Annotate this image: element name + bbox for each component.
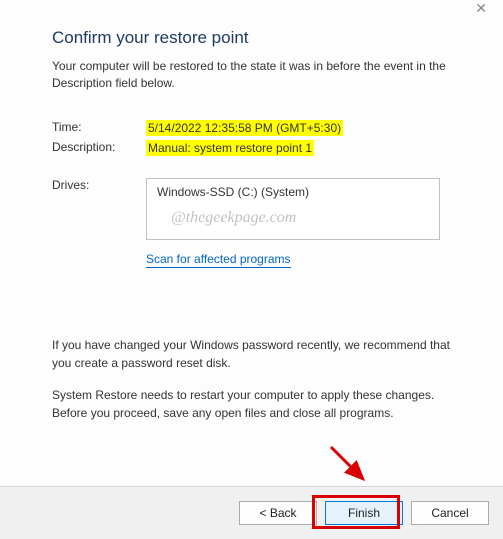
time-value: 5/14/2022 12:35:58 PM (GMT+5:30) bbox=[146, 120, 343, 136]
drives-label: Drives: bbox=[52, 178, 146, 240]
back-button[interactable]: < Back bbox=[239, 501, 317, 525]
password-note: If you have changed your Windows passwor… bbox=[52, 336, 463, 372]
drive-item: Windows-SSD (C:) (System) bbox=[157, 185, 429, 199]
annotation-arrow-icon bbox=[325, 441, 375, 491]
page-title: Confirm your restore point bbox=[52, 28, 463, 48]
time-row: Time: 5/14/2022 12:35:58 PM (GMT+5:30) bbox=[52, 120, 463, 136]
description-value: Manual: system restore point 1 bbox=[146, 140, 314, 156]
intro-text: Your computer will be restored to the st… bbox=[52, 58, 463, 92]
finish-button[interactable]: Finish bbox=[325, 501, 403, 525]
drives-list[interactable]: Windows-SSD (C:) (System) @thegeekpage.c… bbox=[146, 178, 440, 240]
dialog-footer: < Back Finish Cancel bbox=[0, 486, 503, 539]
drives-row: Drives: Windows-SSD (C:) (System) @thege… bbox=[52, 178, 463, 240]
restart-note: System Restore needs to restart your com… bbox=[52, 386, 463, 422]
cancel-button[interactable]: Cancel bbox=[411, 501, 489, 525]
description-label: Description: bbox=[52, 140, 146, 156]
description-row: Description: Manual: system restore poin… bbox=[52, 140, 463, 156]
scan-link-container: Scan for affected programs bbox=[146, 252, 463, 266]
scan-affected-programs-link[interactable]: Scan for affected programs bbox=[146, 252, 291, 268]
time-label: Time: bbox=[52, 120, 146, 136]
watermark-text: @thegeekpage.com bbox=[171, 209, 296, 227]
close-icon[interactable]: ✕ bbox=[475, 1, 487, 15]
dialog-content: Confirm your restore point Your computer… bbox=[0, 0, 503, 422]
